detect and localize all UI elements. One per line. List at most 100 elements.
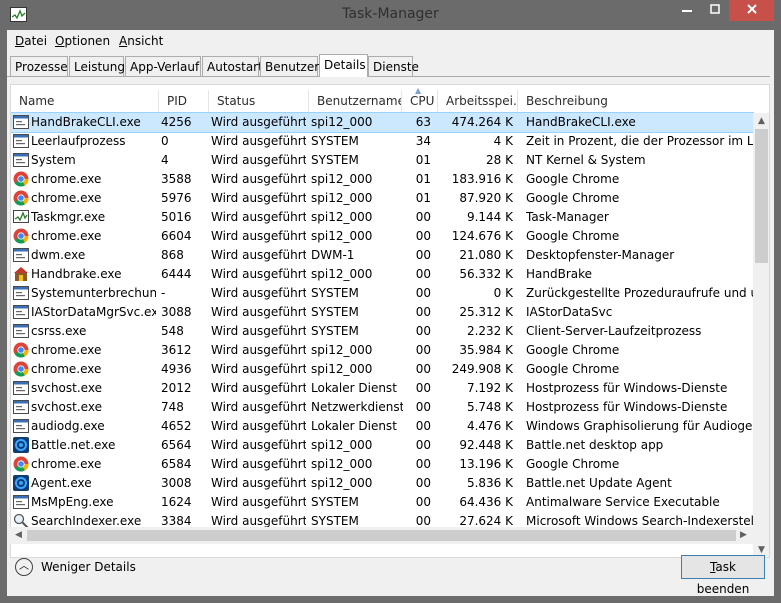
- process-pid: 3588: [161, 172, 192, 186]
- process-memory: 7.192 K: [466, 381, 513, 395]
- table-row[interactable]: MsMpEng.exe 1624 Wird ausgeführt SYSTEM 00 64…: [11, 493, 753, 512]
- process-description: Zurückgestellte Prozeduraufrufe und unte…: [526, 286, 756, 300]
- table-row[interactable]: svchost.exe 2012 Wird ausgeführt Lokaler Di…: [11, 379, 753, 398]
- process-status: Wird ausgeführt: [211, 514, 306, 528]
- process-cpu: 00: [415, 324, 431, 338]
- process-pid: 6564: [161, 438, 192, 452]
- process-status: Wird ausgeführt: [211, 248, 306, 262]
- console-icon: [13, 114, 29, 130]
- tab-details[interactable]: Details: [319, 54, 368, 77]
- handbrake-icon: [13, 266, 29, 282]
- process-rows: HandBrakeCLI.exe 4256 Wird ausgeführt spi12…: [11, 112, 756, 531]
- process-status: Wird ausgeführt: [211, 400, 306, 414]
- process-memory: 87.920 K: [459, 191, 513, 205]
- table-row[interactable]: HandBrakeCLI.exe 4256 Wird ausgeführt spi12…: [11, 112, 754, 133]
- column-header: ▲ Name PID Status Benutzername CPU Arbei…: [11, 85, 753, 115]
- process-cpu: 00: [415, 286, 431, 300]
- column-header-cpu[interactable]: CPU: [402, 90, 438, 114]
- maximize-button[interactable]: [702, 0, 728, 21]
- column-header-status[interactable]: Status: [209, 90, 309, 114]
- table-row[interactable]: chrome.exe 5976 Wird ausgeführt spi12_000 01…: [11, 189, 753, 208]
- scroll-left-icon[interactable]: ◀: [10, 527, 27, 543]
- process-description: Google Chrome: [526, 343, 620, 357]
- process-user: spi12_000: [311, 115, 373, 129]
- tab-leistung[interactable]: Leistung: [69, 56, 125, 76]
- table-row[interactable]: Leerlaufprozess 0 Wird ausgeführt SYSTEM 34 4…: [11, 132, 756, 151]
- process-description: Google Chrome: [526, 362, 620, 376]
- process-memory: 92.448 K: [459, 438, 513, 452]
- table-row[interactable]: chrome.exe 4936 Wird ausgeführt spi12_000 00…: [11, 360, 753, 379]
- process-pid: -: [161, 286, 166, 300]
- menu-datei[interactable]: Datei: [15, 34, 47, 48]
- column-header-memory[interactable]: Arbeitsspei...: [438, 90, 518, 114]
- process-description: HandBrakeCLI.exe: [526, 115, 636, 129]
- table-row[interactable]: svchost.exe 748 Wird ausgeführt Netzwerkdie…: [11, 398, 753, 417]
- tab-app-verlauf[interactable]: App-Verlauf: [125, 56, 201, 76]
- end-task-button[interactable]: Task beenden: [681, 555, 765, 596]
- process-description: Zeit in Prozent, die der Prozessor im Le…: [526, 134, 756, 148]
- process-memory: 35.984 K: [459, 343, 513, 357]
- close-button[interactable]: [729, 0, 774, 21]
- horizontal-scroll-thumb[interactable]: [27, 530, 736, 541]
- process-user: spi12_000: [311, 229, 373, 243]
- column-header-name[interactable]: Name: [11, 90, 159, 114]
- vertical-scrollbar[interactable]: ▲ ▼: [753, 113, 769, 557]
- vertical-scroll-thumb[interactable]: [755, 129, 768, 263]
- process-details-list[interactable]: ▲ Name PID Status Benutzername CPU Arbei…: [10, 84, 770, 558]
- process-pid: 868: [161, 248, 184, 262]
- process-status: Wird ausgeführt: [211, 153, 306, 167]
- process-name: chrome.exe: [31, 362, 102, 376]
- column-header-user[interactable]: Benutzername: [309, 90, 402, 114]
- task-manager-window: Task-Manager Datei Optionen Ansicht Prozes…: [0, 0, 781, 603]
- minimize-icon: [682, 10, 692, 12]
- process-status: Wird ausgeführt: [211, 134, 306, 148]
- process-description: Desktopfenster-Manager: [526, 248, 675, 262]
- tab-prozesse[interactable]: Prozesse: [10, 56, 68, 76]
- scroll-up-icon[interactable]: ▲: [753, 113, 769, 129]
- process-cpu: 00: [415, 419, 431, 433]
- process-pid: 6584: [161, 457, 192, 471]
- tab-dienste[interactable]: Dienste: [368, 56, 419, 76]
- table-row[interactable]: Handbrake.exe 6444 Wird ausgeführt spi12_00…: [11, 265, 753, 284]
- process-name: Agent.exe: [31, 476, 92, 490]
- process-description: Windows Graphisolierung für Audiogeräte: [526, 419, 756, 433]
- menu-ansicht[interactable]: Ansicht: [119, 34, 163, 48]
- table-row[interactable]: chrome.exe 6584 Wird ausgeführt spi12_000 00…: [11, 455, 753, 474]
- process-name: Leerlaufprozess: [31, 134, 126, 148]
- column-header-pid[interactable]: PID: [159, 90, 209, 114]
- process-memory: 28 K: [486, 153, 513, 167]
- process-memory: 13.196 K: [459, 457, 513, 471]
- title-bar[interactable]: Task-Manager: [0, 0, 781, 30]
- table-row[interactable]: dwm.exe 868 Wird ausgeführt DWM-1 00 21.080 K…: [11, 246, 753, 265]
- table-row[interactable]: System 4 Wird ausgeführt SYSTEM 01 28 K NT Ker…: [11, 151, 753, 170]
- table-row[interactable]: Systemunterbrechun... - Wird ausgeführt SYS…: [11, 284, 756, 303]
- tab-benutzer[interactable]: Benutzer: [260, 56, 319, 76]
- scroll-right-icon[interactable]: ▶: [735, 527, 752, 543]
- battlenet-icon: [13, 475, 29, 491]
- process-user: SYSTEM: [311, 305, 359, 319]
- process-cpu: 01: [415, 191, 431, 205]
- table-row[interactable]: audiodg.exe 4652 Wird ausgeführt Lokaler Di…: [11, 417, 756, 436]
- table-row[interactable]: Taskmgr.exe 5016 Wird ausgeführt spi12_000 0…: [11, 208, 753, 227]
- horizontal-scrollbar[interactable]: ◀ ▶: [10, 527, 752, 544]
- table-row[interactable]: csrss.exe 548 Wird ausgeführt SYSTEM 00 2.232…: [11, 322, 753, 341]
- table-row[interactable]: Agent.exe 3008 Wird ausgeführt spi12_000 00 5…: [11, 474, 753, 493]
- column-header-description[interactable]: Beschreibung: [518, 90, 753, 114]
- table-row[interactable]: chrome.exe 3612 Wird ausgeführt spi12_000 00…: [11, 341, 753, 360]
- process-status: Wird ausgeführt: [211, 438, 306, 452]
- process-memory: 183.916 K: [451, 172, 513, 186]
- process-user: SYSTEM: [311, 514, 359, 528]
- process-user: Lokaler Dienst: [311, 381, 397, 395]
- table-row[interactable]: chrome.exe 6604 Wird ausgeführt spi12_000 00…: [11, 227, 753, 246]
- process-status: Wird ausgeführt: [211, 210, 306, 224]
- table-row[interactable]: Battle.net.exe 6564 Wird ausgeführt spi12_0…: [11, 436, 753, 455]
- process-name: csrss.exe: [31, 324, 87, 338]
- table-row[interactable]: IAStorDataMgrSvc.exe 3088 Wird ausgeführt S…: [11, 303, 753, 322]
- minimize-button[interactable]: [674, 0, 700, 21]
- menu-optionen[interactable]: Optionen: [55, 34, 110, 48]
- table-row[interactable]: chrome.exe 3588 Wird ausgeführt spi12_000 01…: [11, 170, 753, 189]
- process-name: chrome.exe: [31, 172, 102, 186]
- process-memory: 5.748 K: [466, 400, 513, 414]
- tab-autostart[interactable]: Autostart: [202, 56, 263, 76]
- process-pid: 1624: [161, 495, 192, 509]
